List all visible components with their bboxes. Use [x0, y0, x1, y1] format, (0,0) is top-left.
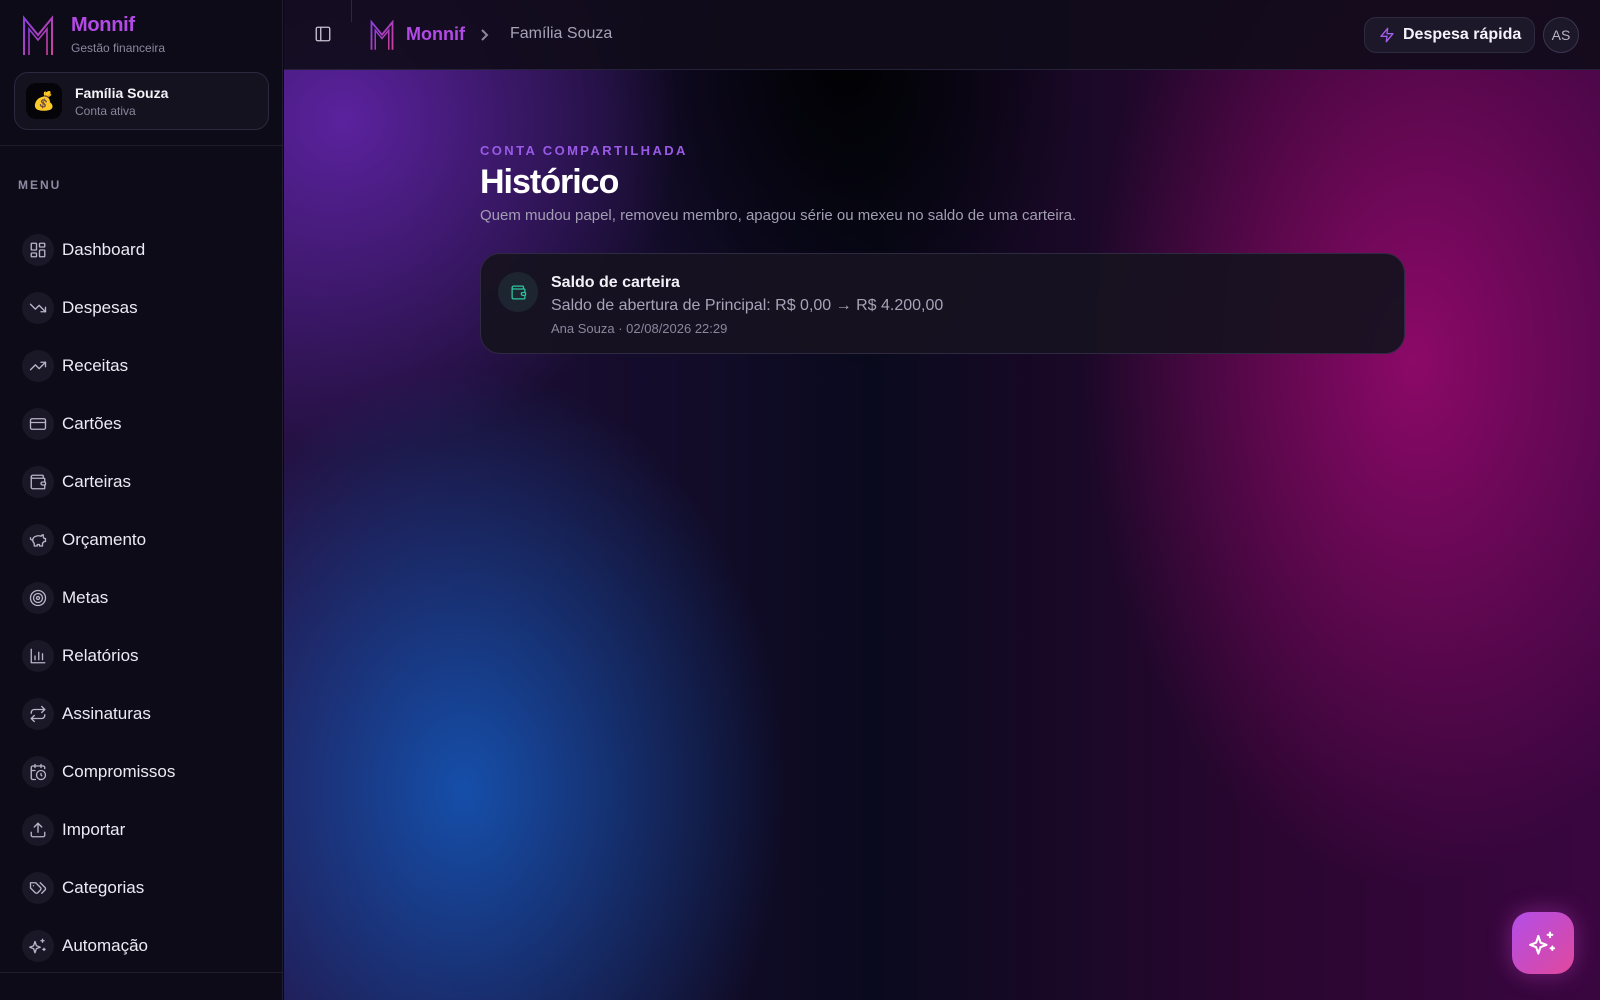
sparkles-icon [1529, 931, 1556, 955]
credit-card-icon [22, 408, 54, 440]
money-bag-icon: 💰 [26, 83, 62, 119]
sidebar-item-compromissos[interactable]: Compromissos [22, 743, 262, 801]
history-entry-detail: Saldo de abertura de Principal: R$ 0,00 … [551, 297, 944, 314]
sparkles-icon [22, 930, 54, 962]
sidebar-item-label: Carteiras [62, 472, 131, 491]
bar-chart-icon [22, 640, 54, 672]
sidebar-item-label: Orçamento [62, 530, 147, 549]
dashboard-icon [22, 234, 54, 266]
repeat-icon [22, 698, 54, 730]
sidebar-item-label: Metas [62, 588, 109, 607]
page-title: Histórico [480, 163, 619, 201]
sidebar-toggle-button[interactable] [314, 25, 334, 45]
brand[interactable]: Monnif Gestão financeira [22, 14, 165, 57]
sidebar-item-automacao[interactable]: Automação [22, 917, 262, 975]
panel-left-icon [315, 26, 331, 42]
piggy-bank-icon [22, 524, 54, 556]
quick-expense-label: Despesa rápida [1403, 26, 1522, 43]
sidebar-item-cartoes[interactable]: Cartões [22, 395, 262, 453]
quick-expense-button[interactable]: Despesa rápida [1364, 17, 1535, 53]
monnif-logo-icon [370, 19, 394, 50]
wallet-icon [498, 272, 538, 312]
history-entry: Saldo de carteira Saldo de abertura de P… [480, 253, 1405, 354]
sidebar-item-importar[interactable]: Importar [22, 801, 262, 859]
main-content: Monnif Família Souza Despesa rápida AS C… [284, 0, 1600, 1000]
sidebar-item-label: Compromissos [62, 762, 176, 781]
sidebar-item-relatorios[interactable]: Relatórios [22, 627, 262, 685]
calendar-clock-icon [22, 756, 54, 788]
account-status: Conta ativa [75, 103, 136, 118]
monnif-logo-icon [23, 15, 53, 55]
divider [0, 145, 283, 146]
sidebar-item-label: Automação [62, 936, 148, 955]
upload-icon [22, 814, 54, 846]
page-description: Quem mudou papel, removeu membro, apagou… [480, 207, 1077, 224]
wallet-icon [22, 466, 54, 498]
sidebar-item-orcamento[interactable]: Orçamento [22, 511, 262, 569]
zap-icon [1380, 27, 1394, 43]
trending-up-icon [22, 350, 54, 382]
sidebar-item-label: Despesas [62, 298, 138, 317]
sidebar-item-label: Importar [62, 820, 126, 839]
chevron-right-icon [478, 28, 490, 42]
sidebar-item-label: Categorias [62, 878, 145, 897]
user-avatar[interactable]: AS [1543, 17, 1579, 53]
account-name: Família Souza [75, 84, 169, 101]
section-eyebrow: CONTA COMPARTILHADA [480, 143, 688, 158]
target-icon [22, 582, 54, 614]
divider [0, 972, 283, 973]
sidebar-item-despesas[interactable]: Despesas [22, 279, 262, 337]
sidebar-item-label: Cartões [62, 414, 122, 433]
breadcrumb-brand-link[interactable]: Monnif [406, 24, 465, 45]
sidebar-item-label: Dashboard [62, 240, 146, 259]
sidebar-item-carteiras[interactable]: Carteiras [22, 453, 262, 511]
breadcrumb-current: Família Souza [510, 25, 613, 42]
sidebar-item-assinaturas[interactable]: Assinaturas [22, 685, 262, 743]
sidebar-item-categorias[interactable]: Categorias [22, 859, 262, 917]
account-switcher[interactable]: 💰 Família Souza Conta ativa [14, 72, 269, 130]
brand-subtitle: Gestão financeira [71, 41, 166, 55]
sidebar-item-label: Receitas [62, 356, 129, 375]
sidebar-nav: Dashboard Despesas Receitas Cartões Cart… [22, 221, 262, 975]
sidebar-item-dashboard[interactable]: Dashboard [22, 221, 262, 279]
menu-heading: MENU [18, 178, 62, 192]
sidebar-item-metas[interactable]: Metas [22, 569, 262, 627]
sidebar: Monnif Gestão financeira 💰 Família Souza… [0, 0, 283, 1000]
sidebar-item-receitas[interactable]: Receitas [22, 337, 262, 395]
tags-icon [22, 872, 54, 904]
brand-name: Monnif [71, 14, 135, 36]
trending-down-icon [22, 292, 54, 324]
sidebar-item-label: Assinaturas [62, 704, 151, 723]
sidebar-item-label: Relatórios [62, 646, 139, 665]
history-entry-title: Saldo de carteira [551, 274, 680, 291]
topbar: Monnif Família Souza Despesa rápida AS [284, 0, 1600, 70]
history-entry-meta: Ana Souza · 02/08/2026 22:29 [551, 321, 728, 336]
divider [351, 0, 352, 22]
ai-assistant-button[interactable] [1512, 912, 1574, 974]
